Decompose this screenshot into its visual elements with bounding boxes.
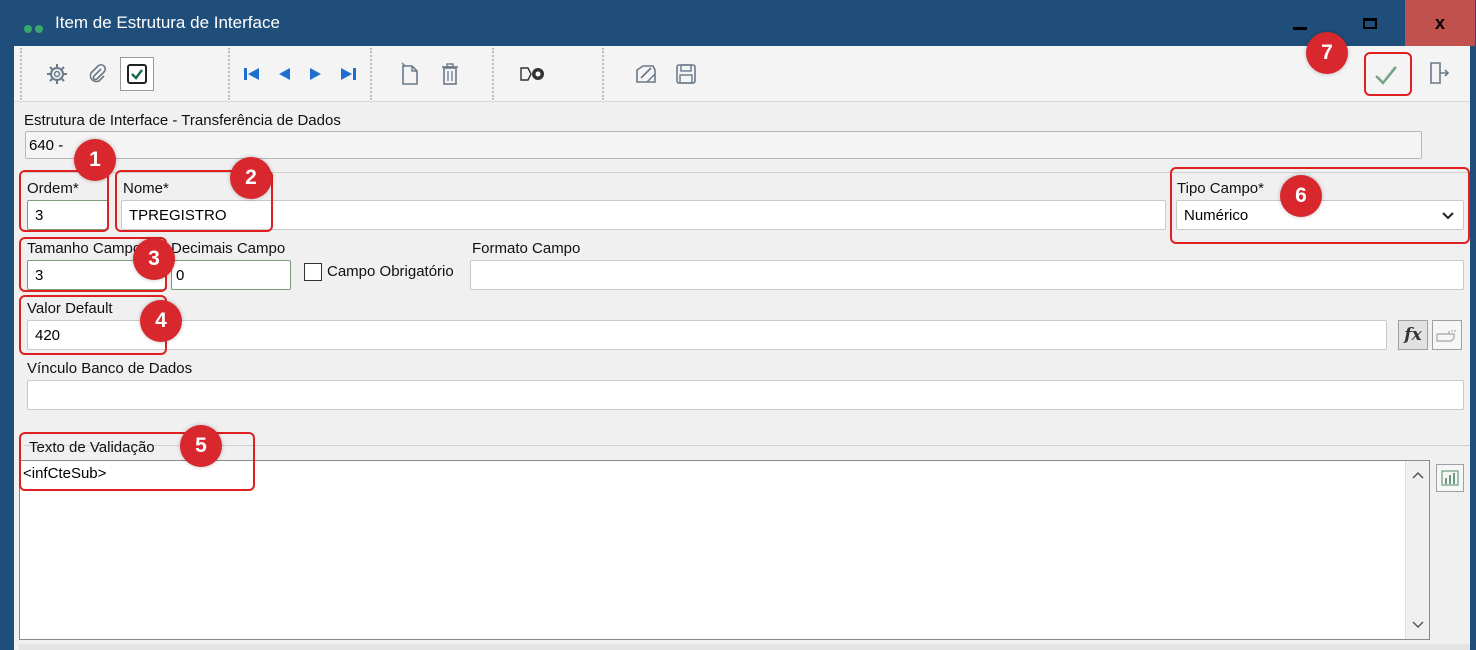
valor-default-input[interactable]: 420 — [27, 320, 1387, 350]
next-record-button[interactable] — [303, 57, 329, 91]
annotation-badge-5: 5 — [180, 425, 222, 467]
formato-campo-input[interactable] — [470, 260, 1464, 290]
campo-obrigatorio-checkbox[interactable] — [304, 263, 322, 281]
confirm-icon — [1375, 66, 1397, 85]
interface-structure-field[interactable]: 640 - — [25, 131, 1422, 159]
exit-button[interactable] — [1422, 56, 1456, 90]
first-record-icon — [244, 68, 259, 80]
checkbox-toggle-button[interactable] — [120, 57, 154, 91]
vinculo-banco-input[interactable] — [27, 380, 1464, 410]
app-logo-icon — [24, 20, 46, 37]
ordem-input[interactable]: 3 — [27, 200, 109, 230]
main-window: Estrutura de Interface - Transferência d… — [14, 46, 1470, 650]
minimize-icon — [1293, 26, 1307, 30]
pointer-button[interactable] — [1432, 320, 1462, 350]
annotation-badge-2: 2 — [230, 157, 272, 199]
tipo-campo-value: Numérico — [1184, 206, 1249, 224]
close-icon: x — [1434, 12, 1445, 33]
ordem-label: Ordem* — [27, 180, 79, 197]
close-button[interactable]: x — [1405, 0, 1475, 46]
vinculo-banco-label: Vínculo Banco de Dados — [27, 360, 193, 377]
window-title: Item de Estrutura de Interface — [55, 13, 280, 32]
maximize-button[interactable] — [1335, 0, 1405, 46]
toolbar-group-search — [492, 48, 600, 100]
decimais-campo-input[interactable]: 0 — [171, 260, 291, 290]
paperclip-icon — [89, 63, 107, 83]
texto-validacao-textarea[interactable]: <infCteSub> — [19, 460, 1430, 640]
last-record-button[interactable] — [335, 57, 361, 91]
chart-icon — [1441, 470, 1459, 486]
bottom-edge — [19, 644, 1470, 650]
delete-record-button[interactable] — [433, 57, 467, 91]
scroll-up-button[interactable] — [1408, 465, 1428, 485]
previous-record-button[interactable] — [271, 57, 297, 91]
confirm-button[interactable] — [1369, 58, 1403, 92]
title-bar: Item de Estrutura de Interface x — [0, 0, 1476, 46]
edit-icon — [636, 65, 656, 83]
attachment-button[interactable] — [80, 57, 114, 91]
first-record-button[interactable] — [239, 57, 265, 91]
validation-divider — [24, 445, 1470, 446]
annotation-badge-4: 4 — [140, 300, 182, 342]
scroll-down-button[interactable] — [1408, 615, 1428, 635]
nome-input[interactable]: TPREGISTRO — [121, 200, 1166, 230]
exit-icon — [1430, 62, 1450, 84]
tamanho-campo-label: Tamanho Campo — [27, 240, 142, 257]
checkbox-icon — [127, 64, 147, 84]
toolbar-group-edit — [602, 48, 722, 100]
previous-record-icon — [279, 68, 290, 80]
chevron-up-icon — [1412, 471, 1424, 479]
gear-icon — [47, 64, 67, 84]
annotation-badge-1: 1 — [74, 139, 116, 181]
chart-button[interactable] — [1436, 464, 1464, 492]
chevron-down-icon — [1442, 212, 1454, 220]
next-record-icon — [310, 68, 321, 80]
maximize-icon — [1363, 17, 1377, 29]
save-button[interactable] — [669, 57, 703, 91]
formula-button[interactable]: fx — [1398, 320, 1428, 350]
texto-validacao-label: Texto de Validação — [29, 439, 155, 456]
search-record-button[interactable] — [515, 57, 549, 91]
annotation-badge-6: 6 — [1280, 175, 1322, 217]
pointer-hand-icon — [1436, 330, 1457, 342]
chevron-down-icon — [1412, 621, 1424, 629]
annotation-badge-3: 3 — [133, 238, 175, 280]
new-record-button[interactable] — [393, 57, 427, 91]
annotation-badge-7: 7 — [1306, 32, 1348, 74]
textarea-scrollbar[interactable] — [1405, 461, 1429, 639]
settings-button[interactable] — [40, 57, 74, 91]
new-document-icon — [401, 62, 418, 85]
decimais-campo-label: Decimais Campo — [171, 240, 286, 257]
edit-button[interactable] — [629, 57, 663, 91]
toolbar-group-records — [370, 48, 490, 100]
texto-validacao-value: <infCteSub> — [23, 465, 107, 482]
campo-obrigatorio-label: Campo Obrigatório — [327, 263, 454, 280]
toolbar-group-navigation — [228, 48, 368, 100]
valor-default-label: Valor Default — [27, 300, 113, 317]
toolbar-group-general — [20, 48, 226, 100]
tipo-campo-label: Tipo Campo* — [1177, 180, 1264, 197]
interface-structure-label: Estrutura de Interface - Transferência d… — [24, 112, 341, 129]
formato-campo-label: Formato Campo — [472, 240, 581, 257]
fx-icon: fx — [1404, 325, 1422, 345]
last-record-icon — [341, 68, 356, 80]
toolbar — [14, 46, 1470, 102]
search-record-icon — [520, 67, 544, 81]
save-icon — [676, 64, 696, 84]
nome-label: Nome* — [123, 180, 169, 197]
trash-icon — [442, 63, 458, 85]
